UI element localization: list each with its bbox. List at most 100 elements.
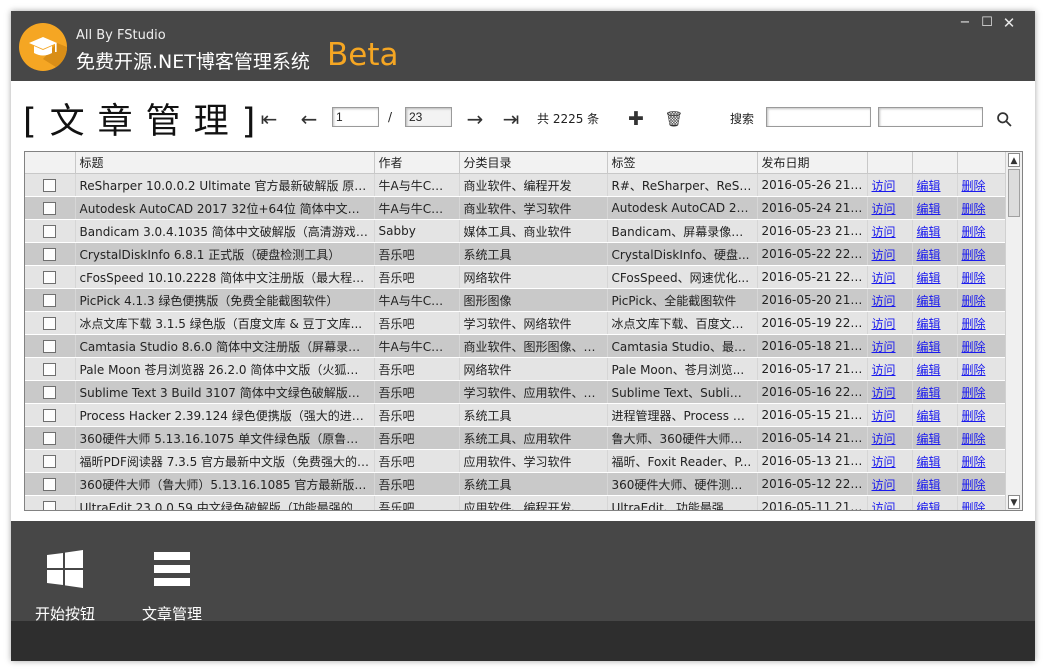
delete-link[interactable]: 删除 bbox=[962, 294, 986, 308]
delete-link[interactable]: 删除 bbox=[962, 340, 986, 354]
checkbox[interactable] bbox=[43, 317, 57, 330]
table-row[interactable]: Bandicam 3.0.4.1035 简体中文破解版（高清游戏及... Sabb… bbox=[25, 219, 1006, 243]
checkbox[interactable] bbox=[43, 501, 57, 510]
cell-delete[interactable]: 删除 bbox=[957, 380, 1006, 404]
table-row[interactable]: 360硬件大师 5.13.16.1075 单文件绿色版（原鲁大... 吾乐吧 系统工… bbox=[25, 426, 1006, 450]
table-row[interactable]: 福昕PDF阅读器 7.3.5 官方最新中文版（免费强大的P... 吾乐吧 应用软件、… bbox=[25, 449, 1006, 473]
edit-link[interactable]: 编辑 bbox=[917, 294, 941, 308]
cell-delete[interactable]: 删除 bbox=[957, 449, 1006, 473]
edit-link[interactable]: 编辑 bbox=[917, 363, 941, 377]
visit-link[interactable]: 访问 bbox=[872, 271, 896, 285]
cell-edit[interactable]: 编辑 bbox=[912, 334, 958, 358]
cell-delete[interactable]: 删除 bbox=[957, 196, 1006, 220]
delete-link[interactable]: 删除 bbox=[962, 432, 986, 446]
cell-edit[interactable]: 编辑 bbox=[912, 380, 958, 404]
checkbox[interactable] bbox=[43, 248, 57, 261]
table-row[interactable]: 360硬件大师（鲁大师）5.13.16.1085 官方最新版（... 吾乐吧 系统工… bbox=[25, 472, 1006, 496]
edit-link[interactable]: 编辑 bbox=[917, 386, 941, 400]
delete-link[interactable]: 删除 bbox=[962, 455, 986, 469]
column-header-date[interactable]: 发布日期 bbox=[757, 152, 868, 174]
minimize-button[interactable]: − bbox=[955, 13, 975, 33]
delete-link[interactable]: 删除 bbox=[962, 363, 986, 377]
cell-visit[interactable]: 访问 bbox=[867, 449, 913, 473]
close-button[interactable]: ✕ bbox=[999, 13, 1019, 33]
visit-link[interactable]: 访问 bbox=[872, 248, 896, 262]
row-checkbox[interactable] bbox=[25, 495, 76, 510]
cell-delete[interactable]: 删除 bbox=[957, 288, 1006, 312]
delete-link[interactable]: 删除 bbox=[962, 386, 986, 400]
cell-edit[interactable]: 编辑 bbox=[912, 196, 958, 220]
delete-link[interactable]: 删除 bbox=[962, 248, 986, 262]
scrollbar-thumb[interactable] bbox=[1008, 169, 1020, 217]
add-icon[interactable]: ✚ bbox=[624, 108, 648, 132]
table-row[interactable]: 冰点文库下载 3.1.5 绿色版（百度文库 & 豆丁文库... 吾乐吧 学习软件、网… bbox=[25, 311, 1006, 335]
row-checkbox[interactable] bbox=[25, 380, 76, 404]
checkbox[interactable] bbox=[43, 294, 57, 307]
visit-link[interactable]: 访问 bbox=[872, 363, 896, 377]
checkbox[interactable] bbox=[43, 432, 57, 445]
checkbox[interactable] bbox=[43, 478, 57, 491]
checkbox[interactable] bbox=[43, 386, 57, 399]
visit-link[interactable]: 访问 bbox=[872, 386, 896, 400]
visit-link[interactable]: 访问 bbox=[872, 225, 896, 239]
visit-link[interactable]: 访问 bbox=[872, 294, 896, 308]
cell-visit[interactable]: 访问 bbox=[867, 334, 913, 358]
article-management-button[interactable]: 文章管理 bbox=[130, 535, 214, 623]
delete-link[interactable]: 删除 bbox=[962, 501, 986, 511]
visit-link[interactable]: 访问 bbox=[872, 409, 896, 423]
delete-link[interactable]: 删除 bbox=[962, 271, 986, 285]
column-header-author[interactable]: 作者 bbox=[374, 152, 460, 174]
cell-edit[interactable]: 编辑 bbox=[912, 357, 958, 381]
cell-visit[interactable]: 访问 bbox=[867, 288, 913, 312]
cell-edit[interactable]: 编辑 bbox=[912, 242, 958, 266]
column-header-tags[interactable]: 标签 bbox=[607, 152, 758, 174]
cell-delete[interactable]: 删除 bbox=[957, 334, 1006, 358]
checkbox[interactable] bbox=[43, 340, 57, 353]
table-row[interactable]: ReSharper 10.0.0.2 Ultimate 官方最新破解版 原版..… bbox=[25, 173, 1006, 197]
cell-delete[interactable]: 删除 bbox=[957, 357, 1006, 381]
row-checkbox[interactable] bbox=[25, 265, 76, 289]
cell-delete[interactable]: 删除 bbox=[957, 403, 1006, 427]
delete-link[interactable]: 删除 bbox=[962, 202, 986, 216]
cell-edit[interactable]: 编辑 bbox=[912, 219, 958, 243]
scroll-down-icon[interactable]: ▼ bbox=[1008, 495, 1020, 509]
visit-link[interactable]: 访问 bbox=[872, 340, 896, 354]
checkbox[interactable] bbox=[43, 202, 57, 215]
delete-link[interactable]: 删除 bbox=[962, 409, 986, 423]
visit-link[interactable]: 访问 bbox=[872, 432, 896, 446]
cell-visit[interactable]: 访问 bbox=[867, 403, 913, 427]
checkbox[interactable] bbox=[43, 179, 57, 192]
cell-delete[interactable]: 删除 bbox=[957, 311, 1006, 335]
edit-link[interactable]: 编辑 bbox=[917, 478, 941, 492]
cell-delete[interactable]: 删除 bbox=[957, 219, 1006, 243]
column-header-category[interactable]: 分类目录 bbox=[459, 152, 608, 174]
cell-edit[interactable]: 编辑 bbox=[912, 288, 958, 312]
cell-visit[interactable]: 访问 bbox=[867, 265, 913, 289]
cell-delete[interactable]: 删除 bbox=[957, 173, 1006, 197]
cell-edit[interactable]: 编辑 bbox=[912, 449, 958, 473]
delete-link[interactable]: 删除 bbox=[962, 179, 986, 193]
row-checkbox[interactable] bbox=[25, 334, 76, 358]
table-row[interactable]: PicPick 4.1.3 绿色便携版（免费全能截图软件） 牛A与牛C之间 图形图像… bbox=[25, 288, 1006, 312]
visit-link[interactable]: 访问 bbox=[872, 202, 896, 216]
cell-visit[interactable]: 访问 bbox=[867, 196, 913, 220]
cell-edit[interactable]: 编辑 bbox=[912, 311, 958, 335]
row-checkbox[interactable] bbox=[25, 357, 76, 381]
cell-delete[interactable]: 删除 bbox=[957, 242, 1006, 266]
row-checkbox[interactable] bbox=[25, 242, 76, 266]
edit-link[interactable]: 编辑 bbox=[917, 455, 941, 469]
edit-link[interactable]: 编辑 bbox=[917, 501, 941, 511]
search-input[interactable] bbox=[766, 107, 871, 127]
edit-link[interactable]: 编辑 bbox=[917, 225, 941, 239]
edit-link[interactable]: 编辑 bbox=[917, 409, 941, 423]
cell-edit[interactable]: 编辑 bbox=[912, 426, 958, 450]
visit-link[interactable]: 访问 bbox=[872, 478, 896, 492]
visit-link[interactable]: 访问 bbox=[872, 179, 896, 193]
cell-delete[interactable]: 删除 bbox=[957, 265, 1006, 289]
cell-visit[interactable]: 访问 bbox=[867, 495, 913, 511]
cell-delete[interactable]: 删除 bbox=[957, 426, 1006, 450]
cell-edit[interactable]: 编辑 bbox=[912, 403, 958, 427]
edit-link[interactable]: 编辑 bbox=[917, 271, 941, 285]
visit-link[interactable]: 访问 bbox=[872, 317, 896, 331]
visit-link[interactable]: 访问 bbox=[872, 501, 896, 511]
